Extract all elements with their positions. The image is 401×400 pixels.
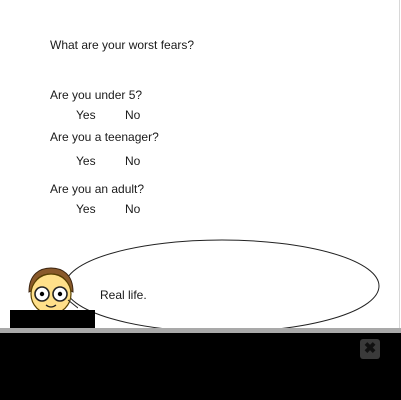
- question-under-5: Are you under 5?: [50, 88, 143, 102]
- character-avatar: [28, 267, 78, 315]
- speech-bubble: [64, 239, 380, 333]
- question-teenager: Are you a teenager?: [50, 130, 159, 144]
- adult-yes-button[interactable]: Yes: [76, 202, 96, 216]
- content-border: [399, 0, 400, 330]
- question-adult: Are you an adult?: [50, 182, 145, 196]
- close-icon[interactable]: ✖: [360, 339, 380, 359]
- teenager-no-button[interactable]: No: [125, 154, 140, 168]
- adult-no-button[interactable]: No: [125, 202, 140, 216]
- speech-text: Real life.: [100, 288, 147, 302]
- desk: [10, 310, 95, 329]
- bottom-panel: [0, 333, 401, 400]
- teenager-yes-button[interactable]: Yes: [76, 154, 96, 168]
- prompt-heading: What are your worst fears?: [50, 38, 195, 52]
- under-5-yes-button[interactable]: Yes: [76, 108, 96, 122]
- under-5-no-button[interactable]: No: [125, 108, 140, 122]
